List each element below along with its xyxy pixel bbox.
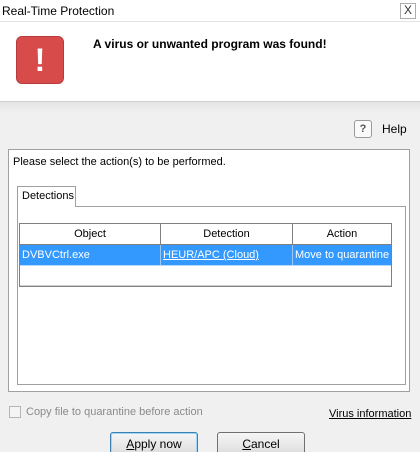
table-row[interactable]: DVBVCtrl.exe HEUR/APC (Cloud) Move to qu…: [20, 245, 391, 266]
apply-now-button[interactable]: Apply now: [110, 432, 198, 452]
column-header-detection[interactable]: Detection: [161, 224, 293, 244]
title-bar: Real-Time Protection X: [0, 0, 420, 22]
column-header-action[interactable]: Action: [293, 224, 391, 244]
cell-object[interactable]: DVBVCtrl.exe: [20, 245, 161, 265]
help-label[interactable]: Help: [382, 122, 407, 136]
table-header: Object Detection Action: [20, 224, 391, 245]
alert-banner: ! A virus or unwanted program was found!: [0, 22, 420, 102]
tab-detections[interactable]: Detections: [17, 186, 76, 207]
column-header-object[interactable]: Object: [20, 224, 161, 244]
empty-row: [20, 266, 391, 286]
alert-icon: !: [16, 36, 64, 84]
cancel-accelerator: C: [242, 437, 251, 451]
exclamation-glyph: !: [34, 42, 46, 78]
copy-to-quarantine-checkbox[interactable]: [9, 406, 21, 418]
virus-information-link[interactable]: Virus information: [329, 408, 411, 420]
help-icon[interactable]: ?: [354, 120, 372, 138]
banner-divider: [0, 102, 420, 114]
instruction-text: Please select the action(s) to be perfor…: [13, 156, 226, 168]
apply-label: pply now: [134, 437, 182, 451]
alert-headline: A virus or unwanted program was found!: [93, 37, 327, 51]
cell-detection-link[interactable]: HEUR/APC (Cloud): [161, 245, 293, 265]
copy-to-quarantine-label: Copy file to quarantine before action: [26, 406, 203, 418]
cell-action-dropdown[interactable]: Move to quarantine: [293, 245, 391, 265]
tab-label: Detections: [22, 190, 74, 202]
cancel-label: ancel: [250, 437, 280, 451]
detections-table: Object Detection Action DVBVCtrl.exe HEU…: [19, 223, 392, 287]
close-button[interactable]: X: [400, 3, 416, 19]
cancel-button[interactable]: Cancel: [217, 432, 305, 452]
window-title: Real-Time Protection: [2, 4, 115, 18]
